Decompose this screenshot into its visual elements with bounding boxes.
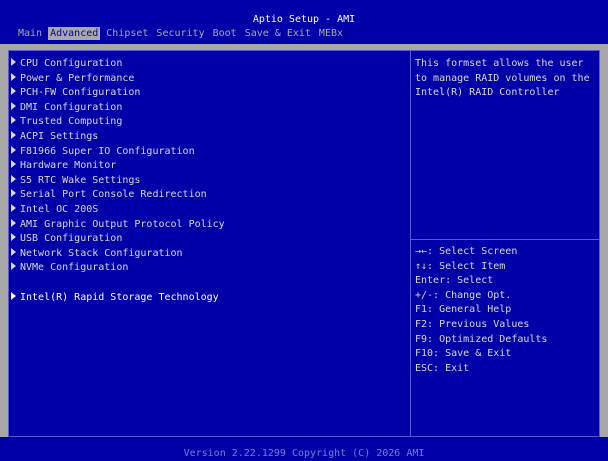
menu-item-label: Network Stack Configuration <box>20 247 183 259</box>
submenu-arrow-icon <box>11 145 16 154</box>
menu-item-label: Hardware Monitor <box>20 160 117 172</box>
bios-header: Aptio Setup - AMI Main Advanced Chipset … <box>0 0 608 44</box>
menu-item-label: Power & Performance <box>20 72 135 84</box>
submenu-arrow-icon <box>11 174 16 183</box>
menu-item-label: Trusted Computing <box>20 116 123 128</box>
submenu-arrow-icon <box>11 291 16 300</box>
help-panel: This formset allows the user to manage R… <box>410 50 600 437</box>
submenu-arrow-icon <box>11 262 16 271</box>
help-divider <box>411 239 599 240</box>
submenu-arrow-icon <box>11 130 16 139</box>
menu-item-label: F81966 Super IO Configuration <box>20 145 195 157</box>
tab-mebx[interactable]: MEBx <box>317 27 345 40</box>
key-select-item: ↑↓: Select Item <box>415 260 506 272</box>
menu-item-hardware-monitor[interactable]: Hardware Monitor <box>9 159 409 174</box>
menu-item-intel-oc[interactable]: Intel OC 200S <box>9 203 409 218</box>
version-copyright: Version 2.22.1299 Copyright (C) 2026 AMI <box>183 448 425 459</box>
menu-item-label: ACPI Settings <box>20 130 99 142</box>
menu-item-trusted-computing[interactable]: Trusted Computing <box>9 115 409 130</box>
menu-item-label: USB Configuration <box>20 233 123 245</box>
tab-security[interactable]: Security <box>154 27 206 40</box>
menu-item-graphic-output-protocol-policy[interactable]: AMI Graphic Output Protocol Policy <box>9 218 409 233</box>
menu-item-label: NVMe Configuration <box>20 262 129 274</box>
key-select-screen: →←: Select Screen <box>415 246 518 257</box>
menu-item-label: Intel OC 200S <box>20 203 99 215</box>
menu-item-acpi-settings[interactable]: ACPI Settings <box>9 130 409 145</box>
menu-item-cpu-configuration[interactable]: CPU Configuration <box>9 57 409 72</box>
menu-item-label: CPU Configuration <box>20 58 123 69</box>
key-enter-select: Enter: Select <box>415 275 494 287</box>
submenu-arrow-icon <box>11 218 16 227</box>
submenu-arrow-icon <box>11 247 16 256</box>
submenu-arrow-icon <box>11 101 16 110</box>
submenu-arrow-icon <box>11 87 16 96</box>
submenu-arrow-icon <box>11 72 16 81</box>
menu-list: CPU Configuration Power & Performance PC… <box>9 57 409 305</box>
tab-boot[interactable]: Boot <box>211 27 239 40</box>
key-legend: →←: Select Screen ↑↓: Select Item Enter:… <box>415 245 597 376</box>
key-save-exit: F10: Save & Exit <box>415 348 512 360</box>
submenu-arrow-icon <box>11 203 16 212</box>
key-change-option: +/-: Change Opt. <box>415 289 512 301</box>
menu-item-serial-port-console-redirection[interactable]: Serial Port Console Redirection <box>9 188 409 203</box>
menu-item-rapid-storage-technology[interactable]: Intel(R) Rapid Storage Technology <box>9 291 409 306</box>
tab-chipset[interactable]: Chipset <box>104 27 150 40</box>
tab-main[interactable]: Main <box>16 27 44 40</box>
menu-item-s5-rtc-wake-settings[interactable]: S5 RTC Wake Settings <box>9 174 409 189</box>
menu-item-super-io-configuration[interactable]: F81966 Super IO Configuration <box>9 145 409 160</box>
menu-item-dmi-configuration[interactable]: DMI Configuration <box>9 101 409 116</box>
tab-bar: Main Advanced Chipset Security Boot Save… <box>16 27 349 40</box>
menu-item-label: AMI Graphic Output Protocol Policy <box>20 218 225 230</box>
menu-item-power-performance[interactable]: Power & Performance <box>9 72 409 87</box>
key-esc-exit: ESC: Exit <box>415 362 470 374</box>
submenu-arrow-icon <box>11 233 16 242</box>
key-general-help: F1: General Help <box>415 304 512 316</box>
help-description: This formset allows the user to manage R… <box>415 58 596 99</box>
submenu-arrow-icon <box>11 116 16 125</box>
menu-item-label: S5 RTC Wake Settings <box>20 174 141 186</box>
key-previous-values: F2: Previous Values <box>415 318 530 330</box>
menu-item-network-stack-configuration[interactable]: Network Stack Configuration <box>9 247 409 262</box>
bios-footer: Version 2.22.1299 Copyright (C) 2026 AMI <box>0 437 608 461</box>
menu-item-nvme-configuration[interactable]: NVMe Configuration <box>9 261 409 276</box>
menu-item-pch-fw-configuration[interactable]: PCH-FW Configuration <box>9 86 409 101</box>
key-optimized-defaults: F9: Optimized Defaults <box>415 333 548 345</box>
submenu-arrow-icon <box>11 160 16 169</box>
tab-save-exit[interactable]: Save & Exit <box>243 27 313 40</box>
menu-item-label: DMI Configuration <box>20 101 123 113</box>
menu-panel: CPU Configuration Power & Performance PC… <box>8 50 410 437</box>
submenu-arrow-icon <box>11 58 16 66</box>
submenu-arrow-icon <box>11 189 16 198</box>
menu-item-label: Serial Port Console Redirection <box>20 189 207 201</box>
menu-item-label: PCH-FW Configuration <box>20 87 141 99</box>
menu-item-usb-configuration[interactable]: USB Configuration <box>9 232 409 247</box>
tab-advanced[interactable]: Advanced <box>48 27 101 40</box>
bios-title: Aptio Setup - AMI <box>252 14 356 25</box>
menu-item-label: Intel(R) Rapid Storage Technology <box>20 291 219 303</box>
